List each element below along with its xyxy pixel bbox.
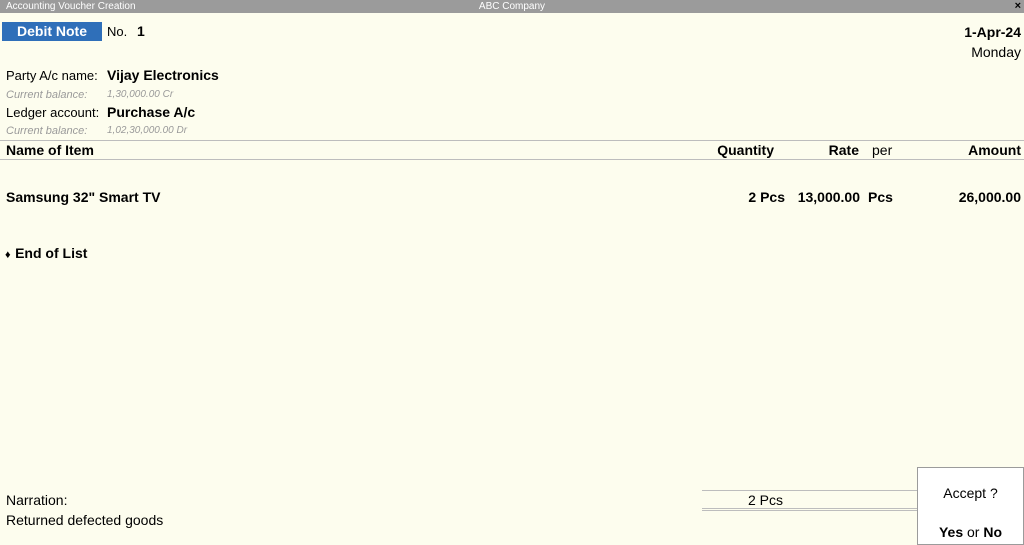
diamond-bullet-icon: ♦ [5, 249, 11, 261]
accept-question: Accept ? [943, 485, 998, 501]
party-name-field[interactable]: Vijay Electronics [107, 67, 219, 83]
column-header-quantity: Quantity [717, 142, 774, 158]
column-header-rate: Rate [828, 142, 859, 158]
total-quantity: 2 Pcs [747, 492, 783, 508]
item-quantity[interactable]: 2 Pcs [748, 189, 785, 205]
ledger-balance-label: Current balance: [6, 125, 88, 137]
column-header-per: per [872, 142, 893, 158]
yes-button[interactable]: Yes [939, 524, 963, 540]
ledger-account-field[interactable]: Purchase A/c [107, 104, 195, 120]
ledger-label: Ledger account: [6, 105, 100, 120]
column-header-item: Name of Item [6, 142, 94, 158]
narration-label: Narration: [6, 492, 68, 508]
accept-options: Yes or No [918, 524, 1023, 540]
total-bottom-divider-1 [702, 508, 917, 509]
end-of-list-label: End of List [15, 245, 88, 261]
column-header-amount: Amount [968, 142, 1021, 158]
end-of-list-item[interactable]: ♦ End of List [5, 245, 87, 263]
voucher-day: Monday [971, 44, 1021, 60]
voucher-number[interactable]: 1 [137, 23, 145, 39]
or-label: or [967, 524, 980, 540]
accept-dialog: Accept ? Yes or No [917, 467, 1024, 545]
item-name[interactable]: Samsung 32" Smart TV [6, 189, 160, 205]
company-name: ABC Company [478, 1, 546, 12]
title-bar: Accounting Voucher Creation ABC Company … [0, 0, 1024, 13]
close-icon[interactable]: × [1015, 0, 1021, 13]
item-amount[interactable]: 26,000.00 [959, 189, 1021, 205]
voucher-type-badge[interactable]: Debit Note [2, 22, 102, 41]
narration-field[interactable]: Returned defected goods [6, 512, 163, 528]
voucher-no-label: No. [107, 24, 128, 39]
table-top-divider [0, 140, 1024, 141]
total-bottom-divider-2 [702, 510, 917, 511]
party-label: Party A/c name: [6, 68, 98, 83]
no-button[interactable]: No [983, 524, 1002, 540]
ledger-balance-value: 1,02,30,000.00 Dr [107, 125, 188, 136]
party-balance-value: 1,30,000.00 Cr [107, 89, 174, 100]
item-rate[interactable]: 13,000.00 [798, 189, 860, 205]
item-per[interactable]: Pcs [868, 189, 893, 205]
party-balance-label: Current balance: [6, 89, 88, 101]
voucher-date[interactable]: 1-Apr-24 [964, 24, 1021, 40]
total-top-divider [702, 490, 917, 491]
table-header-divider [0, 159, 1024, 160]
